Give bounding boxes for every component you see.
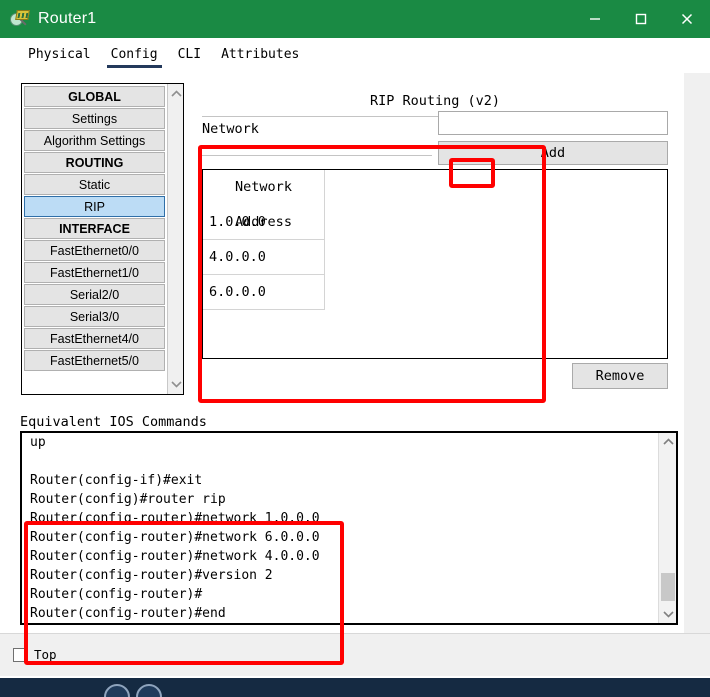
config-content-area: GLOBAL Settings Algorithm Settings ROUTI…: [0, 73, 710, 676]
equivalent-ios-commands-label: Equivalent IOS Commands: [20, 414, 207, 430]
router-magnifier-icon: [10, 9, 30, 29]
desktop-taskbar: [0, 678, 710, 697]
taskbar-text: [8, 683, 11, 697]
ios-scrollbar[interactable]: [658, 433, 676, 623]
sidebar-item-list: GLOBAL Settings Algorithm Settings ROUTI…: [22, 84, 167, 394]
taskbar-icon-1: [104, 684, 130, 697]
taskbar-icon-2: [136, 684, 162, 697]
config-sidebar: GLOBAL Settings Algorithm Settings ROUTI…: [21, 83, 184, 395]
checkbox-box[interactable]: [13, 647, 27, 662]
sidebar-item-interface: INTERFACE: [24, 218, 165, 239]
minimize-icon[interactable]: [572, 0, 618, 38]
top-checkbox-label: Top: [34, 647, 57, 662]
remove-button[interactable]: Remove: [572, 363, 668, 389]
window-controls: [572, 0, 710, 38]
maximize-icon[interactable]: [618, 0, 664, 38]
ios-commands-box[interactable]: up Router(config-if)#exit Router(config)…: [20, 431, 678, 625]
divider-mid: [202, 155, 432, 156]
chevron-down-icon[interactable]: [659, 606, 677, 622]
rip-panel-title: RIP Routing (v2): [369, 93, 501, 109]
table-row[interactable]: 6.0.0.0: [203, 275, 325, 310]
ios-commands-text[interactable]: up Router(config-if)#exit Router(config)…: [22, 433, 658, 623]
window-title: Router1: [38, 10, 97, 27]
table-row[interactable]: 4.0.0.0: [203, 240, 325, 275]
network-address-table[interactable]: Network Address 1.0.0.0 4.0.0.0 6.0.0.0: [202, 169, 668, 359]
window-titlebar: Router1: [0, 0, 710, 38]
tab-attributes[interactable]: Attributes: [211, 41, 309, 70]
sidebar-item-serial3-0[interactable]: Serial3/0: [24, 306, 165, 327]
tab-config[interactable]: Config: [101, 41, 168, 70]
tab-physical[interactable]: Physical: [18, 41, 101, 70]
sidebar-item-fastethernet5-0[interactable]: FastEthernet5/0: [24, 350, 165, 371]
chevron-up-icon[interactable]: [659, 434, 677, 450]
add-button[interactable]: Add: [438, 141, 668, 165]
sidebar-item-rip[interactable]: RIP: [24, 196, 165, 217]
router-config-window: Router1 Physical Config CLI Attributes G…: [0, 0, 710, 676]
window-bottom-bar: Top: [0, 633, 710, 676]
sidebar-item-global: GLOBAL: [24, 86, 165, 107]
sidebar-item-algorithm-settings[interactable]: Algorithm Settings: [24, 130, 165, 151]
sidebar-item-serial2-0[interactable]: Serial2/0: [24, 284, 165, 305]
table-header-network-address: Network Address: [203, 170, 325, 230]
tab-bar: Physical Config CLI Attributes: [0, 38, 710, 73]
chevron-down-icon[interactable]: [168, 376, 184, 392]
tab-cli[interactable]: CLI: [168, 41, 211, 70]
close-icon[interactable]: [664, 0, 710, 38]
network-input[interactable]: [438, 111, 668, 135]
sidebar-scrollbar[interactable]: [167, 84, 183, 394]
table-row[interactable]: 1.0.0.0: [203, 205, 325, 240]
scrollbar-thumb[interactable]: [661, 573, 675, 601]
rip-routing-panel: RIP Routing (v2) Network Add Network Add…: [200, 81, 670, 456]
sidebar-item-static[interactable]: Static: [24, 174, 165, 195]
sidebar-item-fastethernet0-0[interactable]: FastEthernet0/0: [24, 240, 165, 261]
sidebar-item-settings[interactable]: Settings: [24, 108, 165, 129]
network-label: Network: [202, 121, 259, 137]
sidebar-item-routing: ROUTING: [24, 152, 165, 173]
top-checkbox[interactable]: Top: [13, 647, 57, 662]
sidebar-item-fastethernet4-0[interactable]: FastEthernet4/0: [24, 328, 165, 349]
sidebar-item-fastethernet1-0[interactable]: FastEthernet1/0: [24, 262, 165, 283]
chevron-up-icon[interactable]: [168, 86, 184, 102]
